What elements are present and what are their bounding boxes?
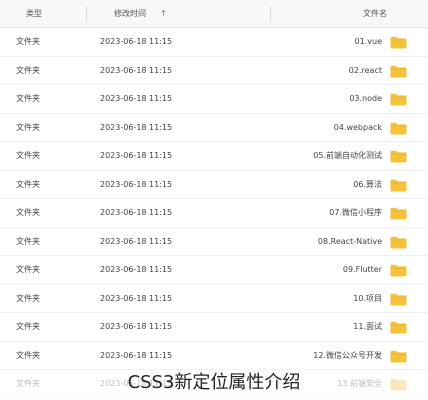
folder-icon xyxy=(390,207,407,220)
file-row[interactable]: 文件夹 2023-06-18 11:15 09.Flutter xyxy=(0,256,428,285)
file-row[interactable]: 文件夹 2023-06-18 11:15 08.React-Native xyxy=(0,228,428,256)
file-modified-time: 2023-06-18 11:15 xyxy=(100,179,173,189)
folder-icon xyxy=(390,65,407,77)
file-name[interactable]: 01.vue xyxy=(355,28,382,56)
column-divider[interactable] xyxy=(86,6,87,22)
file-row[interactable]: 文件夹 2023-06-18 11:15 03.node xyxy=(0,85,428,114)
folder-icon xyxy=(390,122,407,134)
folder-icon xyxy=(390,179,407,191)
file-row[interactable]: 文件夹 2023-06-18 11:15 06.算法 xyxy=(0,171,428,199)
file-modified-time: 2023-06-18 11:15 xyxy=(100,37,173,46)
folder-icon xyxy=(390,150,407,163)
folder-icon xyxy=(390,350,407,362)
file-name[interactable]: 06.算法 xyxy=(353,171,382,199)
file-type: 文件夹 xyxy=(16,293,40,303)
file-row[interactable]: 文件夹 2023-06-18 11:15 11.面试 xyxy=(0,313,428,342)
file-type: 文件夹 xyxy=(16,122,40,132)
file-name[interactable]: 09.Flutter xyxy=(343,256,382,284)
folder-icon xyxy=(390,236,407,248)
file-modified-time: 2023-06-18 11:15 xyxy=(100,208,173,217)
file-type: 文件夹 xyxy=(16,322,40,331)
file-modified-time: 2023-06-18 11:15 xyxy=(100,265,173,274)
file-type: 文件夹 xyxy=(16,37,40,46)
file-modified-time: 2023-06-18 11:15 xyxy=(100,322,173,331)
file-modified-time: 2023-06-18 11:15 xyxy=(100,94,173,103)
file-row[interactable]: 文件夹 2023-06-18 11:15 05.前端自动化测试 xyxy=(0,142,428,171)
file-name[interactable]: 07.微信小程序 xyxy=(329,199,382,227)
file-name[interactable]: 10.项目 xyxy=(353,285,382,313)
file-name[interactable]: 11.面试 xyxy=(353,313,382,341)
file-name[interactable]: 03.node xyxy=(349,85,382,113)
file-type: 文件夹 xyxy=(16,94,40,103)
file-type: 文件夹 xyxy=(16,65,40,75)
folder-icon xyxy=(390,321,407,334)
file-name[interactable]: 04.webpack xyxy=(334,114,382,142)
file-row[interactable]: 文件夹 2023-06-18 11:15 07.微信小程序 xyxy=(0,199,428,228)
file-name[interactable]: 08.React-Native xyxy=(318,228,382,256)
file-type: 文件夹 xyxy=(16,265,40,274)
file-list: 文件夹 2023-06-18 11:15 01.vue 文件夹 2023-06-18 1… xyxy=(0,28,428,399)
file-modified-time: 2023-06-18 11:15 xyxy=(100,122,173,132)
file-list-header: 类型 修改时间 ↑ 文件名 xyxy=(0,0,428,28)
file-row[interactable]: 文件夹 2023-06-18 11:15 12.微信公众号开发 xyxy=(0,342,428,370)
file-name[interactable]: 02.react xyxy=(349,57,382,85)
column-header-modified-time[interactable]: 修改时间 xyxy=(114,0,146,28)
column-header-type[interactable]: 类型 xyxy=(26,0,42,28)
file-type: 文件夹 xyxy=(16,350,40,360)
file-type: 文件夹 xyxy=(16,151,40,160)
file-modified-time: 2023-06-18 11:15 xyxy=(100,151,173,160)
file-modified-time: 2023-06-18 11:15 xyxy=(100,236,173,246)
folder-icon xyxy=(390,264,407,277)
folder-icon xyxy=(390,36,407,49)
caption-title: CSS3新定位属性介绍 xyxy=(127,372,301,393)
folder-icon xyxy=(390,293,407,305)
column-divider[interactable] xyxy=(270,6,271,22)
file-row[interactable]: 文件夹 2023-06-18 11:15 04.webpack xyxy=(0,114,428,142)
file-type: 文件夹 xyxy=(16,179,40,189)
file-row[interactable]: 文件夹 2023-06-18 11:15 10.项目 xyxy=(0,285,428,313)
file-type: 文件夹 xyxy=(16,236,40,246)
column-header-name[interactable]: 文件名 xyxy=(363,0,387,28)
file-name[interactable]: 12.微信公众号开发 xyxy=(313,342,382,370)
file-name[interactable]: 05.前端自动化测试 xyxy=(313,142,382,170)
file-modified-time: 2023-06-18 11:15 xyxy=(100,350,173,360)
sort-ascending-icon[interactable]: ↑ xyxy=(160,0,167,28)
file-modified-time: 2023-06-18 11:15 xyxy=(100,293,173,303)
file-modified-time: 2023-06-18 11:15 xyxy=(100,65,173,75)
file-row[interactable]: 文件夹 2023-06-18 11:15 02.react xyxy=(0,57,428,85)
file-row[interactable]: 文件夹 2023-06-18 11:15 01.vue xyxy=(0,28,428,57)
file-type: 文件夹 xyxy=(16,208,40,217)
folder-icon xyxy=(390,93,407,106)
